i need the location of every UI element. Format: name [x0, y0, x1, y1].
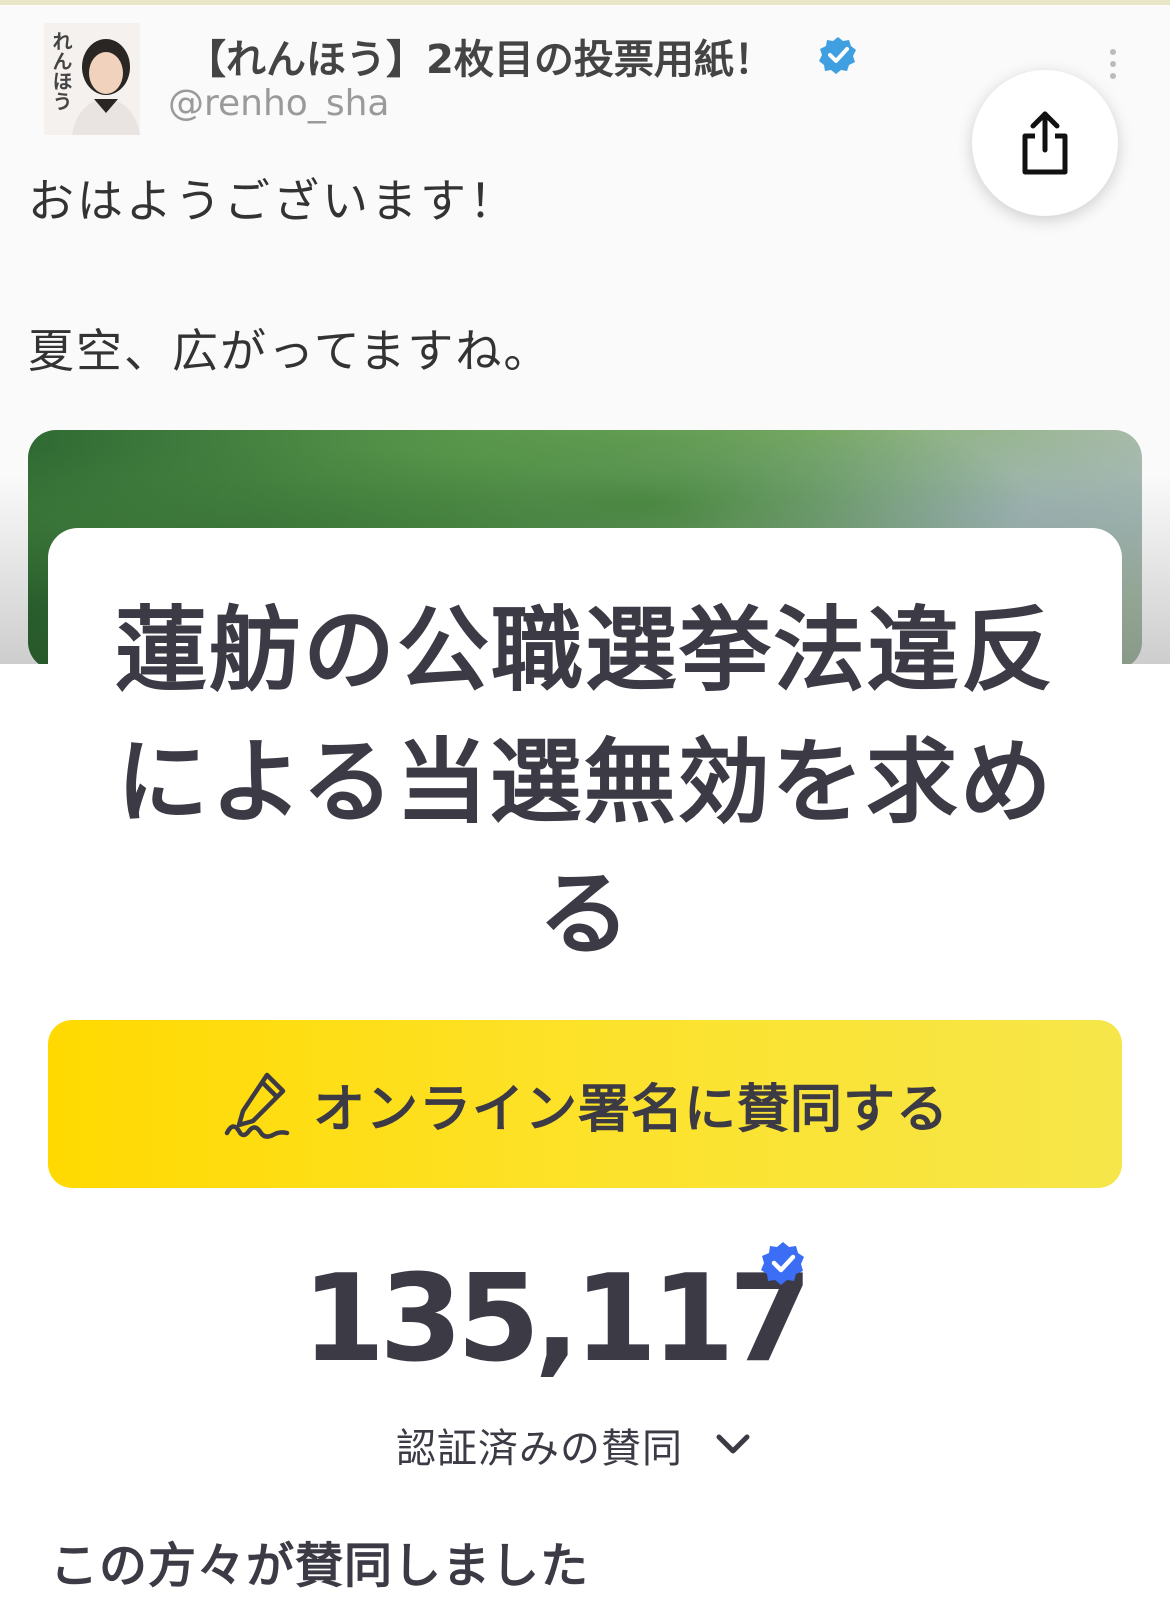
- verified-supporters-label: 認証済みの賛同: [396, 1426, 683, 1472]
- tweet-text-line-2: 夏空、広がってますね。: [28, 324, 552, 378]
- tweet-handle: @renho_sha: [168, 83, 390, 124]
- sign-button-label: オンライン署名に賛同する: [312, 1079, 949, 1140]
- chevron-down-icon: [716, 1434, 750, 1454]
- share-button[interactable]: [972, 70, 1118, 216]
- verified-supporters-toggle[interactable]: 認証済みの賛同: [396, 1416, 753, 1474]
- avatar: れんほう: [44, 23, 140, 135]
- share-icon: [1022, 111, 1068, 175]
- tweet-author-name: 【れんほう】2枚目の投票用紙！: [186, 37, 774, 83]
- petition-title: 蓮舫の公職選挙法違反による当選無効を求める: [114, 597, 1055, 968]
- verified-badge-icon: [819, 37, 856, 74]
- more-icon: [1110, 49, 1118, 89]
- tweet-text-line-1: おはようございます！: [28, 174, 518, 228]
- supporter-count: 135,117: [301, 1250, 813, 1389]
- pen-sign-icon: [224, 1072, 290, 1139]
- avatar-label: れんほう: [49, 31, 73, 111]
- sign-petition-button[interactable]: オンライン署名に賛同する: [48, 1020, 1122, 1188]
- supporters-heading: この方々が賛同しました: [50, 1538, 590, 1594]
- verified-count-icon: [761, 1242, 804, 1285]
